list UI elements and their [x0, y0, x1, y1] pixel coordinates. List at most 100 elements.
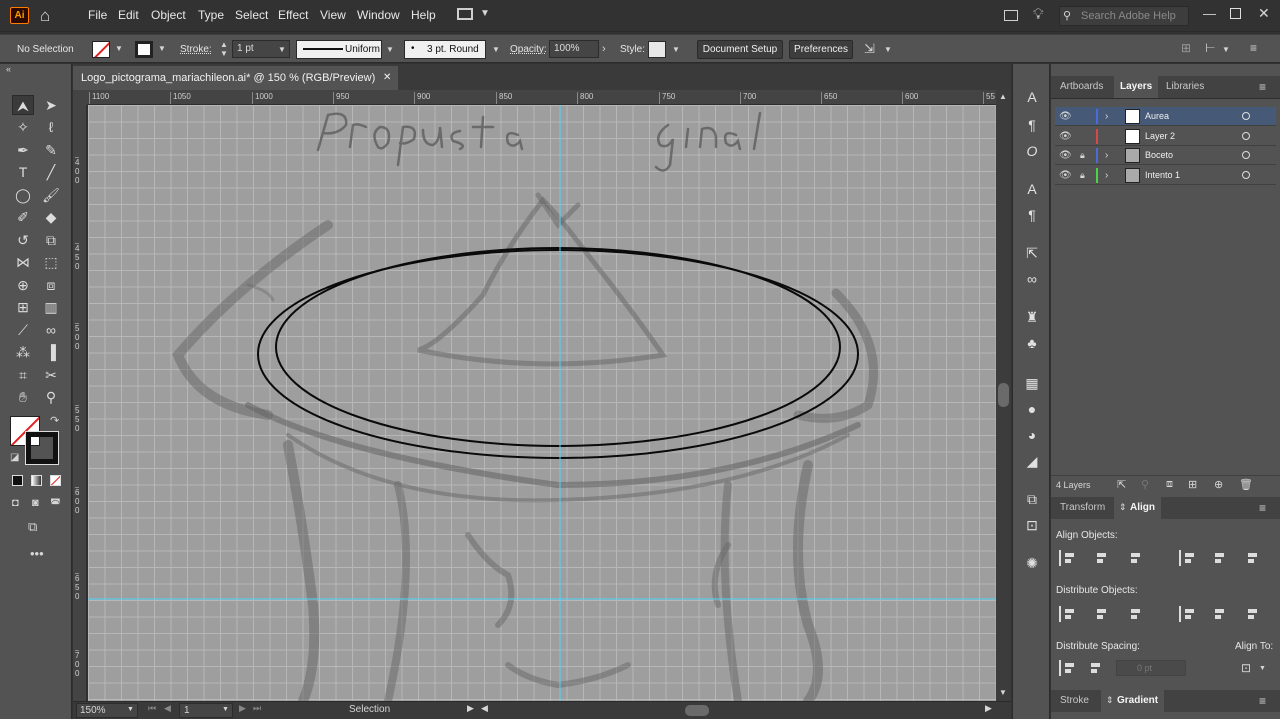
- arrange-documents-icon[interactable]: [1004, 10, 1018, 21]
- vertical-ruler[interactable]: 4 0 0 4 5 0 5 0 0 5 5 0 6 0 0 6 5 0 7 0 0: [73, 105, 87, 701]
- scroll-thumb[interactable]: [998, 383, 1009, 407]
- status-menu-icon[interactable]: ▶: [467, 703, 474, 714]
- line-tool-icon[interactable]: ╱: [40, 162, 62, 182]
- spacing-field[interactable]: 0 pt: [1116, 660, 1186, 676]
- align-icon[interactable]: ⊢: [1205, 41, 1215, 55]
- tab-transform[interactable]: Transform: [1054, 497, 1111, 519]
- gradient-mode-icon[interactable]: [31, 475, 42, 486]
- scroll-left-icon[interactable]: ◀: [481, 703, 488, 714]
- perspective-grid-tool-icon[interactable]: ⧈: [40, 275, 62, 295]
- chevron-down-icon[interactable]: ▼: [480, 8, 490, 19]
- selection-tool-icon[interactable]: ⮝: [12, 95, 34, 115]
- expand-chevron-icon[interactable]: ›: [1105, 107, 1108, 126]
- visibility-eye-icon[interactable]: 👁︎: [1059, 127, 1072, 146]
- direct-selection-tool-icon[interactable]: ➤: [40, 95, 62, 115]
- color-mode-icon[interactable]: [12, 475, 23, 486]
- tab-artboards[interactable]: Artboards: [1054, 76, 1109, 98]
- default-colors-icon[interactable]: ◪: [10, 452, 19, 463]
- panel-menu-icon[interactable]: ≡: [1259, 501, 1266, 515]
- distribute-vertical-space-icon[interactable]: [1059, 660, 1075, 676]
- lock-icon[interactable]: 🔒︎: [1080, 166, 1085, 185]
- character-styles-icon[interactable]: A: [1023, 180, 1041, 198]
- transform-icon[interactable]: ⊞: [1181, 41, 1191, 55]
- color-guide-icon[interactable]: ◢: [1023, 452, 1041, 470]
- mesh-tool-icon[interactable]: ⊞: [12, 297, 34, 317]
- scroll-up-icon[interactable]: ▲: [999, 92, 1007, 101]
- close-window-button[interactable]: ✕: [1258, 5, 1270, 22]
- tab-libraries[interactable]: Libraries: [1160, 76, 1210, 98]
- zoom-tool-icon[interactable]: ⚲: [40, 387, 62, 407]
- artboard-number-field[interactable]: 1 ▼: [179, 703, 233, 718]
- align-bottom-icon[interactable]: [1244, 550, 1260, 566]
- distribute-top-icon[interactable]: [1059, 606, 1075, 622]
- width-tool-icon[interactable]: ⋈: [12, 252, 34, 272]
- layer-row[interactable]: 👁︎ 🔒︎ › Boceto: [1055, 146, 1276, 166]
- distribute-left-icon[interactable]: [1179, 606, 1195, 622]
- close-tab-icon[interactable]: ✕: [383, 66, 391, 90]
- menu-help[interactable]: Help: [411, 8, 436, 22]
- hand-tool-icon[interactable]: ✋︎: [12, 387, 34, 407]
- align-left-icon[interactable]: [1059, 550, 1075, 566]
- clipping-mask-icon[interactable]: ⧈: [1166, 478, 1173, 491]
- previous-artboard-icon[interactable]: ◀: [164, 703, 171, 714]
- chevron-down-icon[interactable]: ▼: [158, 44, 166, 53]
- tab-stroke[interactable]: Stroke: [1054, 690, 1095, 712]
- chevron-down-icon[interactable]: ▼: [492, 45, 500, 54]
- distribute-horizontal-space-icon[interactable]: [1087, 660, 1103, 676]
- stroke-swatch[interactable]: [135, 41, 153, 58]
- lasso-tool-icon[interactable]: ℓ: [40, 117, 62, 137]
- chevron-down-icon[interactable]: ▼: [386, 45, 394, 54]
- menu-view[interactable]: View: [320, 8, 346, 22]
- target-circle-icon[interactable]: [1242, 151, 1250, 160]
- workspace-switcher-icon[interactable]: [457, 8, 473, 20]
- column-graph-tool-icon[interactable]: ▐: [40, 342, 62, 362]
- graphic-style-swatch[interactable]: [648, 41, 666, 58]
- paintbrush-tool-icon[interactable]: 🖌︎: [40, 185, 62, 205]
- visibility-eye-icon[interactable]: 👁︎: [1059, 166, 1072, 185]
- maximize-window-button[interactable]: [1230, 8, 1241, 19]
- color-panel-icon[interactable]: ◕: [1023, 426, 1041, 444]
- distribute-right-icon[interactable]: [1244, 606, 1260, 622]
- visibility-eye-icon[interactable]: 👁︎: [1059, 107, 1072, 126]
- artboard-tool-icon[interactable]: ⌗: [12, 365, 34, 385]
- opentype-panel-icon[interactable]: O: [1023, 142, 1041, 160]
- expand-chevron-icon[interactable]: ›: [1105, 146, 1108, 165]
- arrange-icon[interactable]: ⇲: [864, 41, 875, 57]
- export-icon[interactable]: ⇱: [1117, 478, 1126, 491]
- new-sublayer-icon[interactable]: ⊞: [1188, 478, 1197, 491]
- document-tab[interactable]: Logo_pictograma_mariachileon.ai* @ 150 %…: [73, 66, 398, 90]
- document-setup-button[interactable]: Document Setup: [697, 40, 783, 59]
- edit-toolbar-icon[interactable]: •••: [30, 546, 44, 561]
- minimize-window-button[interactable]: —: [1203, 6, 1216, 21]
- layer-row[interactable]: 👁︎ › Aurea: [1055, 107, 1276, 126]
- horizontal-ruler[interactable]: 1100 1050 1000 950 900 850 800 750 700 650 600 55: [87, 90, 996, 105]
- image-trace-icon[interactable]: ✺: [1023, 554, 1041, 572]
- rotate-tool-icon[interactable]: ↺: [12, 230, 34, 250]
- draw-inside-icon[interactable]: ◚: [50, 497, 61, 510]
- first-artboard-icon[interactable]: ⏮: [148, 703, 156, 714]
- ellipse-tool-icon[interactable]: ◯: [12, 185, 34, 205]
- eraser-tool-icon[interactable]: ◆: [40, 207, 62, 227]
- artboards-panel-icon[interactable]: ⊡: [1023, 516, 1041, 534]
- slice-tool-icon[interactable]: ✂: [40, 365, 62, 385]
- menu-edit[interactable]: Edit: [118, 8, 139, 22]
- layer-name[interactable]: Intento 1: [1145, 166, 1180, 185]
- align-to-selection-icon[interactable]: ⊡: [1241, 661, 1251, 675]
- distribute-bottom-icon[interactable]: [1127, 606, 1143, 622]
- delete-layer-icon[interactable]: 🗑︎: [1239, 478, 1253, 491]
- links-panel-icon[interactable]: ∞: [1023, 270, 1041, 288]
- lightbulb-icon[interactable]: 💡︎: [1033, 6, 1044, 23]
- control-menu-icon[interactable]: ≡: [1250, 41, 1257, 55]
- distribute-vertical-center-icon[interactable]: [1093, 606, 1109, 622]
- vertical-scrollbar[interactable]: ▲ ▼: [996, 90, 1011, 701]
- menu-select[interactable]: Select: [235, 8, 268, 22]
- artboard-canvas[interactable]: [88, 105, 996, 701]
- shaper-tool-icon[interactable]: ✐: [12, 207, 34, 227]
- scroll-down-icon[interactable]: ▼: [999, 688, 1007, 697]
- drawing-mode-icon[interactable]: ◘: [12, 497, 19, 509]
- appearance-panel-icon[interactable]: ●: [1023, 400, 1041, 418]
- variable-width-profile[interactable]: Uniform: [296, 40, 382, 59]
- export-panel-icon[interactable]: ⇱: [1023, 244, 1041, 262]
- paragraph-panel-icon[interactable]: ¶: [1023, 116, 1041, 134]
- fill-swatch[interactable]: [92, 41, 110, 58]
